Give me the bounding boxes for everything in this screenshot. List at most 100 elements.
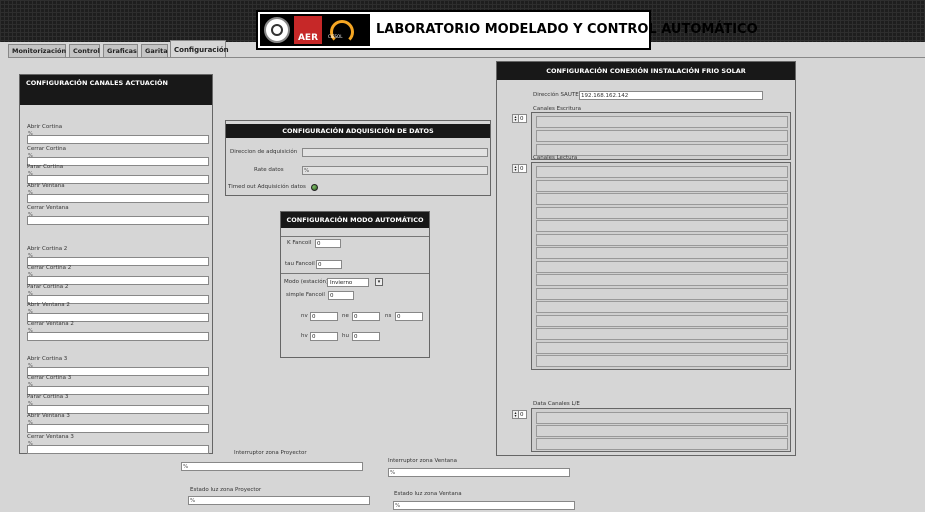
estado-luz-ventana-label: Estado luz zona Ventana bbox=[394, 491, 462, 497]
tab-configuracion[interactable]: Configuración bbox=[170, 40, 229, 58]
ns-input[interactable]: 0 bbox=[395, 312, 423, 321]
escritura-element[interactable] bbox=[536, 116, 788, 128]
modo-estacion-select[interactable]: Invierno bbox=[327, 278, 369, 287]
modo-estacion-label: Modo (estación) bbox=[284, 279, 329, 285]
escritura-array bbox=[531, 112, 791, 160]
tab-control[interactable]: Control bbox=[69, 44, 100, 57]
canales-lectura-label: Canales Lectura bbox=[533, 155, 578, 161]
simple-fancoil-input[interactable]: 0 bbox=[328, 291, 354, 300]
percent-indicator: % bbox=[183, 464, 189, 470]
lectura-element[interactable] bbox=[536, 274, 788, 286]
hu-input[interactable]: 0 bbox=[352, 332, 380, 341]
lectura-element[interactable] bbox=[536, 233, 788, 246]
actuacion-field-label: Cerrar Ventana 3 bbox=[27, 434, 74, 440]
adquisicion-panel: CONFIGURACIÓN ADQUISICIÓN DE DATOS Direc… bbox=[225, 120, 491, 196]
actuacion-field-label: Cerrar Cortina 3 bbox=[27, 375, 72, 381]
nv-label: nv bbox=[301, 313, 308, 319]
actuacion-field-input[interactable] bbox=[27, 135, 209, 144]
direccion-adquisicion-label: Direccion de adquisición bbox=[230, 149, 298, 155]
simple-fancoil-label: simple Fancoil bbox=[286, 292, 325, 298]
escritura-element[interactable] bbox=[536, 130, 788, 142]
frio-solar-title: CONFIGURACIÓN CONEXIÓN INSTALACIÓN FRIO … bbox=[497, 62, 795, 80]
tau-fancoil-label: tau Fancoil bbox=[285, 261, 315, 267]
ne-input[interactable]: 0 bbox=[352, 312, 380, 321]
tab-graficas[interactable]: Graficas bbox=[103, 44, 138, 57]
lectura-element[interactable] bbox=[536, 355, 788, 367]
actuacion-field-label: Abrir Ventana 2 bbox=[27, 302, 70, 308]
data-canales-label: Data Canales L/E bbox=[533, 401, 580, 407]
lectura-element[interactable] bbox=[536, 206, 788, 219]
actuacion-title: CONFIGURACIÓN CANALES ACTUACIÓN bbox=[20, 75, 212, 105]
automatico-title: CONFIGURACIÓN MODO AUTOMÁTICO bbox=[281, 212, 429, 228]
university-seal-logo bbox=[264, 17, 290, 43]
percent-indicator: % bbox=[304, 168, 310, 174]
percent-indicator: % bbox=[395, 503, 401, 509]
actuacion-field-input[interactable] bbox=[27, 216, 209, 225]
lectura-element[interactable] bbox=[536, 314, 788, 327]
aer-logo: AER bbox=[294, 16, 322, 44]
logos-strip: AER CIESOL bbox=[260, 14, 370, 46]
actuacion-field-label: Cerrar Cortina bbox=[27, 146, 67, 152]
interruptor-proyector-label: Interruptor zona Proyector bbox=[234, 450, 307, 456]
actuacion-field-input[interactable] bbox=[27, 424, 209, 433]
lab-header: AER CIESOL LABORATORIO MODELADO Y CONTRO… bbox=[256, 10, 758, 50]
ns-label: ns bbox=[385, 313, 392, 319]
actuacion-field-input[interactable] bbox=[27, 332, 209, 341]
direccion-adquisicion-field[interactable] bbox=[302, 148, 488, 157]
k-fancoil-input[interactable]: 0 bbox=[315, 239, 341, 248]
lectura-element[interactable] bbox=[536, 220, 788, 232]
hu-label: hu bbox=[342, 333, 349, 339]
data-element[interactable] bbox=[536, 438, 788, 450]
actuacion-field-label: Cerrar Ventana 2 bbox=[27, 321, 74, 327]
page-title: LABORATORIO MODELADO Y CONTROL AUTOMÁTIC… bbox=[376, 22, 758, 37]
lectura-element[interactable] bbox=[536, 328, 788, 340]
automatico-panel: CONFIGURACIÓN MODO AUTOMÁTICO K Fancoil … bbox=[280, 211, 430, 358]
rate-datos-field[interactable]: % bbox=[302, 166, 488, 175]
actuacion-field-input[interactable] bbox=[27, 194, 209, 203]
configuracion-page: CONFIGURACIÓN CANALES ACTUACIÓN Abrir Co… bbox=[8, 57, 925, 512]
hv-label: hv bbox=[301, 333, 308, 339]
estado-luz-ventana-field[interactable]: % bbox=[393, 501, 575, 510]
modo-dropdown-button[interactable]: ▾ bbox=[375, 278, 383, 286]
lectura-element[interactable] bbox=[536, 301, 788, 313]
lectura-element[interactable] bbox=[536, 260, 788, 273]
tau-fancoil-input[interactable]: 0 bbox=[316, 260, 342, 269]
data-element[interactable] bbox=[536, 425, 788, 437]
actuacion-field-label: Cerrar Ventana bbox=[27, 205, 69, 211]
actuacion-field-input[interactable] bbox=[27, 445, 209, 454]
tab-garita[interactable]: Garita bbox=[141, 44, 168, 57]
actuacion-field-label: Abrir Ventana bbox=[27, 183, 65, 189]
actuacion-field-label: Abrir Cortina 2 bbox=[27, 246, 68, 252]
nv-input[interactable]: 0 bbox=[310, 312, 338, 321]
lectura-element[interactable] bbox=[536, 247, 788, 259]
lectura-element[interactable] bbox=[536, 341, 788, 354]
actuacion-field-label: Parar Cortina 3 bbox=[27, 394, 69, 400]
actuacion-panel: CONFIGURACIÓN CANALES ACTUACIÓN Abrir Co… bbox=[19, 74, 213, 454]
lectura-element[interactable] bbox=[536, 179, 788, 192]
sauter-label: Dirección SAUTER bbox=[533, 92, 583, 98]
lectura-element[interactable] bbox=[536, 193, 788, 205]
k-fancoil-label: K Fancoil bbox=[287, 240, 312, 246]
hv-input[interactable]: 0 bbox=[310, 332, 338, 341]
ne-label: ne bbox=[342, 313, 349, 319]
lectura-element[interactable] bbox=[536, 287, 788, 300]
timeout-label: Timed out Adquisición datos bbox=[228, 184, 306, 190]
sauter-address-field[interactable]: 192.168.162.142 bbox=[579, 91, 763, 100]
actuacion-field-label: Abrir Cortina 3 bbox=[27, 356, 68, 362]
estado-luz-proyector-label: Estado luz zona Proyector bbox=[190, 487, 262, 493]
interruptor-ventana-label: Interruptor zona Ventana bbox=[388, 458, 458, 464]
ciesol-logo: CIESOL bbox=[328, 20, 358, 44]
interruptor-proyector-field[interactable]: % bbox=[181, 462, 363, 471]
actuacion-field-label: Abrir Cortina bbox=[27, 124, 63, 130]
data-element[interactable] bbox=[536, 412, 788, 424]
lectura-index[interactable]: 0 bbox=[518, 164, 527, 173]
actuacion-field-label: Parar Cortina bbox=[27, 164, 64, 170]
escritura-index[interactable]: 0 bbox=[518, 114, 527, 123]
lectura-element[interactable] bbox=[536, 166, 788, 178]
tab-monitorizacion[interactable]: Monitorización bbox=[8, 44, 66, 57]
estado-luz-proyector-field[interactable]: % bbox=[188, 496, 370, 505]
timeout-led bbox=[311, 184, 318, 191]
data-index[interactable]: 0 bbox=[518, 410, 527, 419]
interruptor-ventana-field[interactable]: % bbox=[388, 468, 570, 477]
percent-indicator: % bbox=[190, 498, 196, 504]
